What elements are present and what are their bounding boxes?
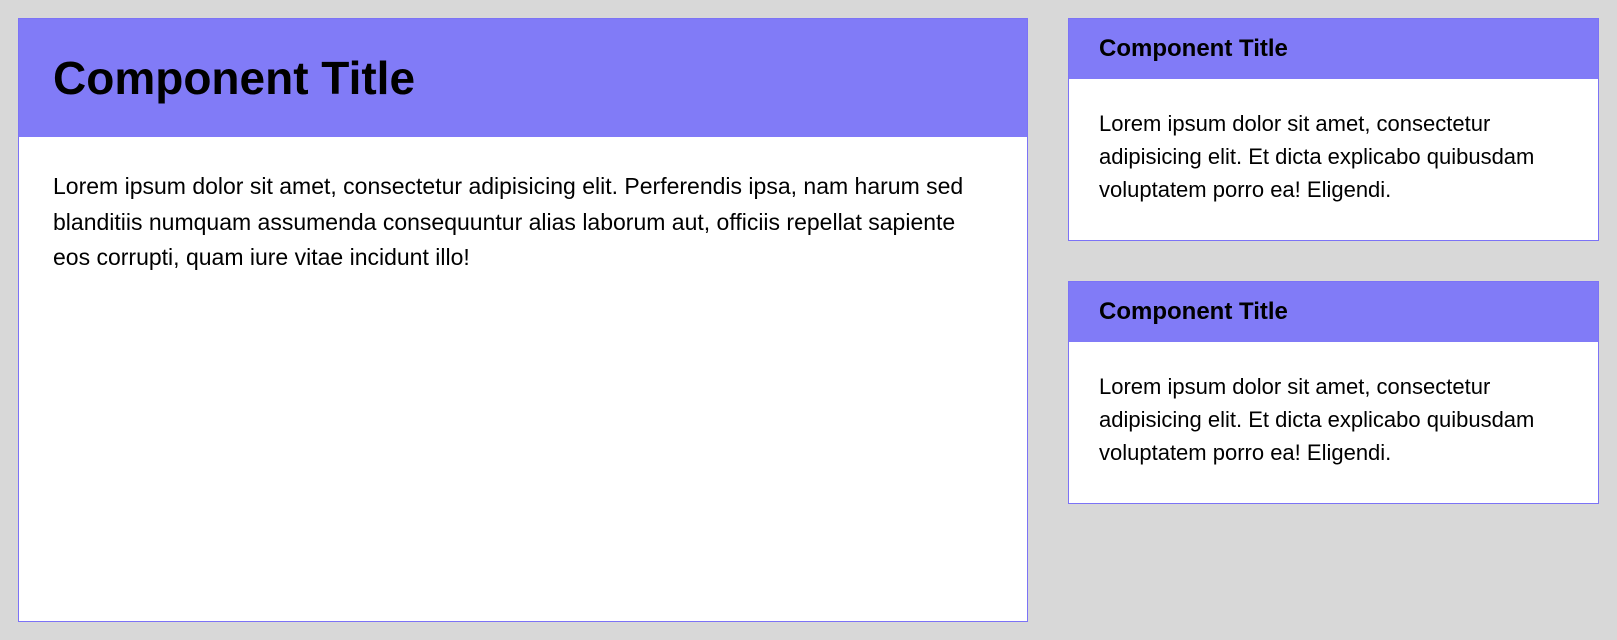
main-card-header: Component Title: [19, 19, 1027, 137]
side-card-1-body: Lorem ipsum dolor sit amet, consectetur …: [1069, 79, 1598, 240]
layout: Component Title Lorem ipsum dolor sit am…: [18, 18, 1599, 622]
side-card-1: Component Title Lorem ipsum dolor sit am…: [1068, 18, 1599, 241]
side-card-1-text: Lorem ipsum dolor sit amet, consectetur …: [1099, 107, 1568, 206]
side-card-1-title: Component Title: [1099, 35, 1288, 63]
main-card-title: Component Title: [53, 51, 415, 105]
side-card-2: Component Title Lorem ipsum dolor sit am…: [1068, 281, 1599, 504]
side-card-2-text: Lorem ipsum dolor sit amet, consectetur …: [1099, 370, 1568, 469]
side-card-2-header: Component Title: [1069, 282, 1598, 342]
side-card-2-body: Lorem ipsum dolor sit amet, consectetur …: [1069, 342, 1598, 503]
main-card-body: Lorem ipsum dolor sit amet, consectetur …: [19, 137, 1027, 621]
main-card: Component Title Lorem ipsum dolor sit am…: [18, 18, 1028, 622]
side-card-2-title: Component Title: [1099, 298, 1288, 326]
main-column: Component Title Lorem ipsum dolor sit am…: [18, 18, 1028, 622]
side-card-1-header: Component Title: [1069, 19, 1598, 79]
side-column: Component Title Lorem ipsum dolor sit am…: [1068, 18, 1599, 622]
main-card-text: Lorem ipsum dolor sit amet, consectetur …: [53, 169, 993, 276]
